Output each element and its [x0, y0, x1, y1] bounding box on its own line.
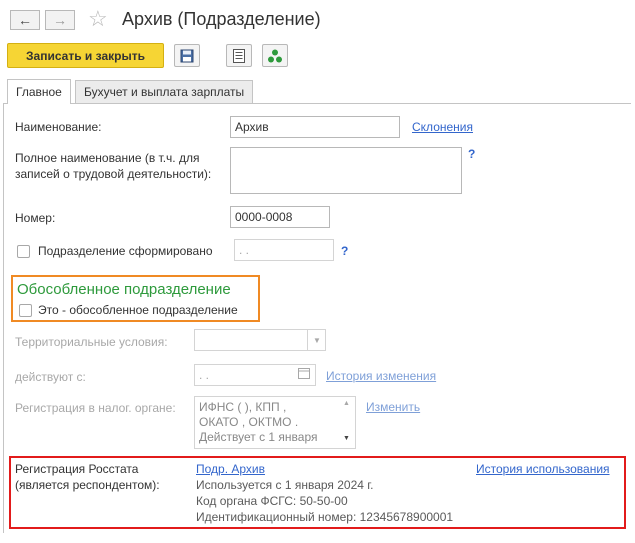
- rosstat-info-line-2: Код органа ФСГС: 50-50-00: [196, 494, 348, 508]
- forward-button[interactable]: →: [45, 10, 75, 30]
- org-structure-icon: [268, 49, 282, 62]
- tax-reg-line-2: ОКАТО , ОКТМО .: [199, 415, 299, 429]
- arrow-right-icon: →: [53, 12, 67, 28]
- rosstat-unit-link[interactable]: Подр. Архив: [196, 462, 265, 476]
- separate-section-title: Обособленное подразделение: [17, 281, 231, 298]
- territorial-label: Территориальные условия:: [15, 335, 168, 349]
- number-input[interactable]: 0000-0008: [230, 206, 330, 228]
- history-changes-link[interactable]: История изменения: [326, 369, 436, 383]
- tax-reg-line-1: ИФНС ( ), КПП ,: [199, 400, 287, 414]
- rosstat-label-line2: (является респондентом):: [15, 478, 160, 492]
- document-list-icon: [233, 48, 245, 63]
- arrow-left-icon: ←: [18, 12, 32, 28]
- rosstat-history-link[interactable]: История использования: [476, 462, 610, 476]
- calendar-icon[interactable]: [298, 367, 310, 382]
- tax-registration-label: Регистрация в налог. органе:: [15, 401, 176, 415]
- save-button[interactable]: [174, 44, 200, 67]
- change-link[interactable]: Изменить: [366, 400, 420, 414]
- fullname-label-line1: Полное наименование (в т.ч. для: [15, 151, 200, 165]
- page-title: Архив (Подразделение): [122, 9, 321, 29]
- tax-registration-box[interactable]: ИФНС ( ), КПП , ОКАТО , ОКТМО . Действуе…: [194, 396, 356, 449]
- declensions-link[interactable]: Склонения: [412, 120, 473, 134]
- tab-divider: [3, 103, 631, 104]
- report-button[interactable]: [226, 44, 252, 67]
- formed-checkbox[interactable]: [17, 245, 30, 258]
- valid-from-label: действуют с:: [15, 370, 86, 384]
- rosstat-label-line1: Регистрация Росстата: [15, 462, 139, 476]
- save-and-close-button[interactable]: Записать и закрыть: [7, 43, 164, 68]
- tab-accounting[interactable]: Бухучет и выплата зарплаты: [75, 80, 254, 103]
- star-icon[interactable]: ☆: [88, 6, 108, 32]
- tab-main[interactable]: Главное: [7, 79, 71, 104]
- scroll-up-icon[interactable]: ▲: [343, 400, 350, 407]
- rosstat-info-line-1: Используется с 1 января 2024 г.: [196, 478, 374, 492]
- formed-help-icon[interactable]: ?: [341, 244, 348, 258]
- structure-button[interactable]: [262, 44, 288, 67]
- back-button[interactable]: ←: [10, 10, 40, 30]
- separate-checkbox[interactable]: [19, 304, 32, 317]
- fullname-help-icon[interactable]: ?: [468, 147, 475, 161]
- panel-border-left: [3, 103, 4, 533]
- formed-label: Подразделение сформировано: [38, 244, 213, 258]
- chevron-down-icon[interactable]: ▼: [307, 330, 326, 350]
- name-input[interactable]: Архив: [230, 116, 400, 138]
- fullname-label-line2: записей о трудовой деятельности):: [15, 167, 212, 181]
- number-label: Номер:: [15, 211, 56, 225]
- fullname-textarea[interactable]: [230, 147, 462, 194]
- scroll-down-icon[interactable]: ▼: [343, 435, 350, 442]
- tax-reg-line-3: Действует с 1 января: [199, 430, 318, 444]
- floppy-disk-icon: [180, 49, 194, 62]
- separate-checkbox-label: Это - обособленное подразделение: [38, 303, 238, 317]
- formed-date-input[interactable]: . .: [234, 239, 334, 261]
- rosstat-info-line-3: Идентификационный номер: 12345678900001: [196, 510, 454, 524]
- name-label: Наименование:: [15, 120, 102, 134]
